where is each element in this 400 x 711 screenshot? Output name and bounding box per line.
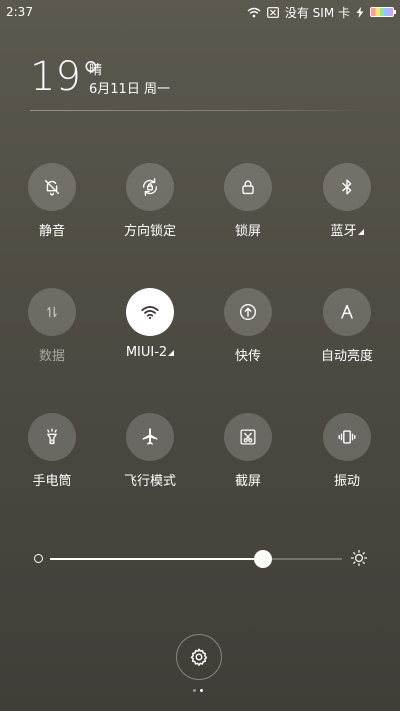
toggle-flashlight[interactable]: 手电筒 <box>12 413 92 503</box>
page-indicator <box>193 689 203 692</box>
divider <box>30 110 365 111</box>
toggle-wifi-circle[interactable] <box>126 288 174 336</box>
flashlight-icon <box>47 428 57 445</box>
page-dot-current[interactable] <box>200 689 203 692</box>
toggle-lock-screen[interactable]: 锁屏 <box>208 163 288 253</box>
status-bar: 2:37 没有 SIM 卡 <box>0 0 400 24</box>
auto-brightness-icon <box>341 304 353 319</box>
status-icons: 没有 SIM 卡 <box>247 4 396 21</box>
toggle-rotation-lock[interactable]: 方向锁定 <box>110 163 190 253</box>
bluetooth-icon <box>342 179 352 195</box>
toggle-label: 截屏 <box>234 474 261 489</box>
rotation-lock-icon <box>142 178 158 196</box>
gear-icon <box>190 648 208 666</box>
sim-status-text: 没有 SIM 卡 <box>284 5 350 20</box>
toggle-label: 飞行模式 <box>123 474 176 489</box>
toggle-label: 快传 <box>234 349 261 364</box>
battery-icon <box>370 7 396 17</box>
page-dot[interactable] <box>193 689 196 692</box>
toggle-mobile-data[interactable]: 数据 <box>12 288 92 378</box>
toggle-vibrate[interactable]: 振动 <box>307 413 387 503</box>
lock-icon <box>242 180 254 195</box>
toggle-label: 振动 <box>333 474 360 489</box>
toggle-bluetooth-circle[interactable] <box>323 163 371 211</box>
vibrate-icon <box>338 430 356 444</box>
status-time: 2:37 <box>6 5 33 19</box>
toggle-airplane-mode[interactable]: 飞行模式 <box>110 413 190 503</box>
toggle-bluetooth[interactable]: 蓝牙 <box>307 163 387 253</box>
toggle-label: 蓝牙 <box>330 224 357 239</box>
weather-condition: 晴 <box>89 63 103 78</box>
expand-corner-icon <box>168 350 175 356</box>
expand-corner-icon <box>357 229 364 235</box>
brightness-track[interactable] <box>50 550 342 568</box>
toggle-label: MIUI-2 <box>125 345 168 360</box>
brightness-thumb[interactable] <box>254 550 273 568</box>
wifi-icon <box>141 306 159 320</box>
toggle-label: 手电筒 <box>32 474 72 489</box>
wifi-icon <box>247 7 261 18</box>
toggle-screenshot[interactable]: 截屏 <box>208 413 288 503</box>
brightness-high-icon <box>350 549 368 567</box>
weather-widget[interactable]: 19° 晴 6月11日 周一 <box>30 55 370 115</box>
brightness-low-icon <box>34 554 43 563</box>
toggle-auto-brightness-circle[interactable] <box>323 288 371 336</box>
brightness-fill <box>50 558 264 560</box>
toggle-label: 方向锁定 <box>123 224 176 239</box>
quick-transfer-icon <box>239 303 257 321</box>
airplane-icon <box>142 428 158 445</box>
toggle-lock-screen-circle[interactable] <box>224 163 272 211</box>
sim-off-icon <box>266 6 279 18</box>
toggle-silent[interactable]: 静音 <box>12 163 92 253</box>
toggle-screenshot-circle[interactable] <box>224 413 272 461</box>
toggle-airplane-mode-circle[interactable] <box>126 413 174 461</box>
toggle-rotation-lock-circle[interactable] <box>126 163 174 211</box>
toggle-label: 锁屏 <box>234 224 261 239</box>
toggle-vibrate-circle[interactable] <box>323 413 371 461</box>
toggle-label: 数据 <box>38 349 65 364</box>
screenshot-icon <box>240 429 256 445</box>
toggle-quick-transfer[interactable]: 快传 <box>208 288 288 378</box>
settings-button[interactable] <box>176 634 222 680</box>
toggle-mobile-data-circle[interactable] <box>28 288 76 336</box>
toggle-quick-transfer-circle[interactable] <box>224 288 272 336</box>
toggle-flashlight-circle[interactable] <box>28 413 76 461</box>
brightness-slider[interactable] <box>34 548 369 570</box>
date-text: 6月11日 周一 <box>89 82 170 97</box>
toggle-wifi[interactable]: MIUI-2 <box>110 288 190 378</box>
toggle-label: 静音 <box>38 224 65 239</box>
toggle-label-wrap: 蓝牙 <box>330 220 364 239</box>
toggle-silent-circle[interactable] <box>28 163 76 211</box>
bell-off-icon <box>44 179 60 196</box>
charging-icon <box>356 6 364 18</box>
toggle-auto-brightness[interactable]: 自动亮度 <box>307 288 387 378</box>
toggle-label-wrap: MIUI-2 <box>125 345 175 360</box>
mobile-data-icon <box>47 306 57 318</box>
toggle-label: 自动亮度 <box>320 349 373 364</box>
